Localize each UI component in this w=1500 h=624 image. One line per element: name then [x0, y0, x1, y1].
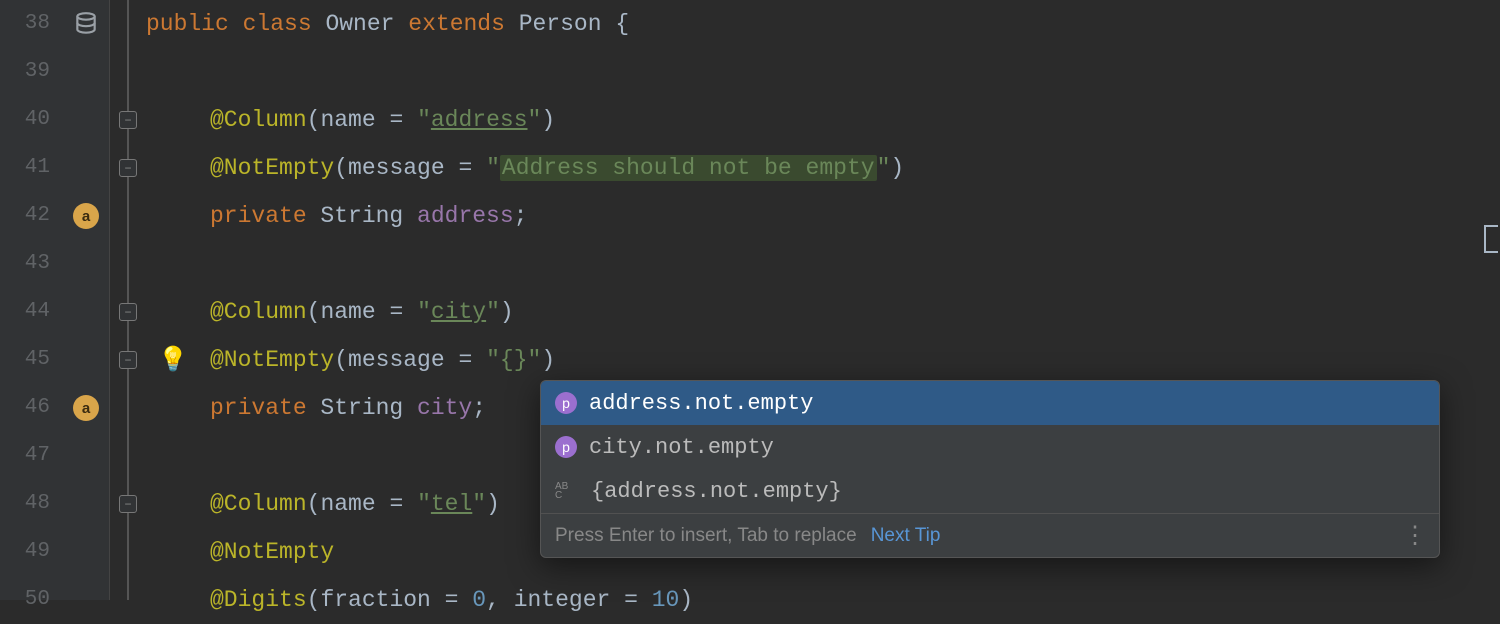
completion-footer: Press Enter to insert, Tab to replace Ne… [541, 513, 1439, 557]
completion-item[interactable]: p address.not.empty [541, 381, 1439, 425]
fold-handle[interactable]: − [119, 351, 137, 369]
line-number[interactable]: 49 [0, 528, 62, 576]
completion-item[interactable]: ABC {address.not.empty} [541, 469, 1439, 513]
fold-handle[interactable]: − [119, 159, 137, 177]
completion-item[interactable]: p city.not.empty [541, 425, 1439, 469]
completion-hint: Press Enter to insert, Tab to replace [555, 525, 857, 547]
completion-item-text: city.not.empty [589, 435, 774, 460]
jpa-attribute-icon[interactable]: a [73, 395, 99, 421]
more-icon[interactable]: ⋮ [1403, 521, 1425, 550]
completion-item-text: {address.not.empty} [591, 479, 842, 504]
gutter-icons: a a [62, 0, 110, 624]
text-cursor-icon [1484, 225, 1498, 253]
line-number[interactable]: 41 [0, 144, 62, 192]
line-number[interactable]: 38 [0, 0, 62, 48]
line-number[interactable]: 47 [0, 432, 62, 480]
line-number[interactable]: 44 [0, 288, 62, 336]
line-number[interactable]: 48 [0, 480, 62, 528]
fold-column: − − − − − [110, 0, 146, 600]
gutter: 38 39 40 41 42 43 44 45 46 47 48 49 50 a… [0, 0, 110, 600]
fold-handle[interactable]: − [119, 111, 137, 129]
line-number[interactable]: 42 [0, 192, 62, 240]
line-number[interactable]: 43 [0, 240, 62, 288]
fold-handle[interactable]: − [119, 303, 137, 321]
database-icon[interactable] [73, 11, 99, 37]
text-icon: ABC [555, 480, 579, 502]
jpa-attribute-icon[interactable]: a [73, 203, 99, 229]
property-icon: p [555, 392, 577, 414]
line-number[interactable]: 45 [0, 336, 62, 384]
line-number[interactable]: 39 [0, 48, 62, 96]
line-numbers: 38 39 40 41 42 43 44 45 46 47 48 49 50 [0, 0, 62, 624]
property-icon: p [555, 436, 577, 458]
completion-item-text: address.not.empty [589, 391, 813, 416]
completion-popup: p address.not.empty p city.not.empty ABC… [540, 380, 1440, 558]
line-number[interactable]: 46 [0, 384, 62, 432]
next-tip-link[interactable]: Next Tip [871, 525, 941, 547]
line-number[interactable]: 50 [0, 576, 62, 624]
fold-handle[interactable]: − [119, 495, 137, 513]
line-number[interactable]: 40 [0, 96, 62, 144]
